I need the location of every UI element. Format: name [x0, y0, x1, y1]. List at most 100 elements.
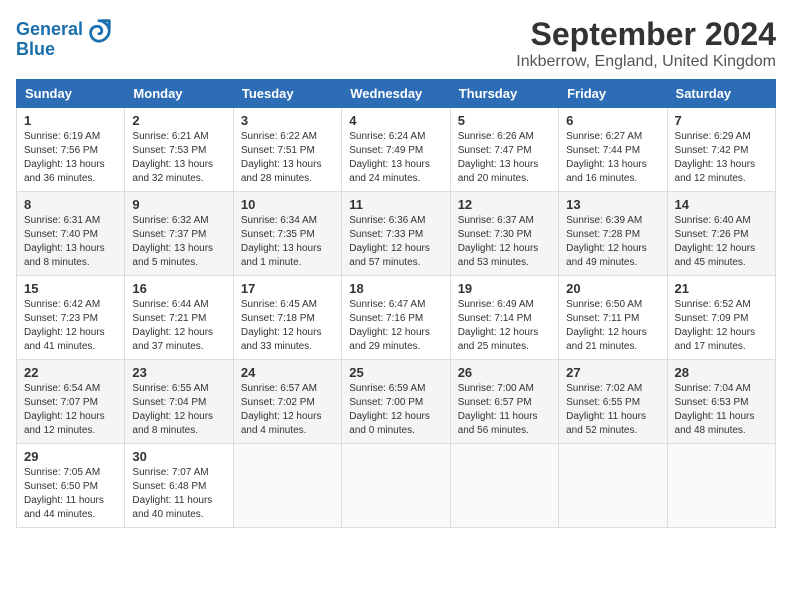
calendar-day-header: Wednesday: [342, 80, 450, 108]
day-info: Sunrise: 6:49 AM Sunset: 7:14 PM Dayligh…: [458, 298, 551, 354]
day-number: 11: [349, 197, 442, 212]
day-info: Sunrise: 7:04 AM Sunset: 6:53 PM Dayligh…: [675, 382, 768, 438]
calendar-day-header: Friday: [559, 80, 667, 108]
day-number: 27: [566, 365, 659, 380]
day-number: 14: [675, 197, 768, 212]
calendar-day-cell: 8 Sunrise: 6:31 AM Sunset: 7:40 PM Daylig…: [17, 192, 125, 276]
calendar-day-cell: 5 Sunrise: 6:26 AM Sunset: 7:47 PM Daylig…: [450, 108, 558, 192]
calendar-day-cell: 30 Sunrise: 7:07 AM Sunset: 6:48 PM Dayli…: [125, 444, 233, 528]
calendar-day-cell: 14 Sunrise: 6:40 AM Sunset: 7:26 PM Dayli…: [667, 192, 775, 276]
day-number: 21: [675, 281, 768, 296]
day-number: 26: [458, 365, 551, 380]
calendar-day-header: Thursday: [450, 80, 558, 108]
day-info: Sunrise: 6:55 AM Sunset: 7:04 PM Dayligh…: [132, 382, 225, 438]
day-info: Sunrise: 6:29 AM Sunset: 7:42 PM Dayligh…: [675, 130, 768, 186]
day-info: Sunrise: 6:37 AM Sunset: 7:30 PM Dayligh…: [458, 214, 551, 270]
day-info: Sunrise: 6:36 AM Sunset: 7:33 PM Dayligh…: [349, 214, 442, 270]
calendar-day-cell: 21 Sunrise: 6:52 AM Sunset: 7:09 PM Dayli…: [667, 276, 775, 360]
day-number: 4: [349, 113, 442, 128]
calendar-day-header: Monday: [125, 80, 233, 108]
calendar-day-cell: 2 Sunrise: 6:21 AM Sunset: 7:53 PM Daylig…: [125, 108, 233, 192]
calendar-day-cell: 19 Sunrise: 6:49 AM Sunset: 7:14 PM Dayli…: [450, 276, 558, 360]
day-number: 16: [132, 281, 225, 296]
calendar-day-cell: 28 Sunrise: 7:04 AM Sunset: 6:53 PM Dayli…: [667, 360, 775, 444]
day-number: 23: [132, 365, 225, 380]
day-info: Sunrise: 6:32 AM Sunset: 7:37 PM Dayligh…: [132, 214, 225, 270]
day-number: 13: [566, 197, 659, 212]
day-info: Sunrise: 6:21 AM Sunset: 7:53 PM Dayligh…: [132, 130, 225, 186]
day-number: 3: [241, 113, 334, 128]
day-number: 22: [24, 365, 117, 380]
day-info: Sunrise: 6:39 AM Sunset: 7:28 PM Dayligh…: [566, 214, 659, 270]
day-info: Sunrise: 6:52 AM Sunset: 7:09 PM Dayligh…: [675, 298, 768, 354]
calendar-day-cell: 24 Sunrise: 6:57 AM Sunset: 7:02 PM Dayli…: [233, 360, 341, 444]
day-info: Sunrise: 6:44 AM Sunset: 7:21 PM Dayligh…: [132, 298, 225, 354]
calendar-day-cell: 9 Sunrise: 6:32 AM Sunset: 7:37 PM Daylig…: [125, 192, 233, 276]
calendar-day-cell: 18Sunrise: 6:47 AM Sunset: 7:16 PM Dayli…: [342, 276, 450, 360]
calendar-day-cell: 15 Sunrise: 6:42 AM Sunset: 7:23 PM Dayli…: [17, 276, 125, 360]
calendar-day-cell: [450, 444, 558, 528]
day-info: Sunrise: 6:57 AM Sunset: 7:02 PM Dayligh…: [241, 382, 334, 438]
calendar-day-cell: 13 Sunrise: 6:39 AM Sunset: 7:28 PM Dayli…: [559, 192, 667, 276]
calendar-day-cell: [342, 444, 450, 528]
day-info: Sunrise: 7:02 AM Sunset: 6:55 PM Dayligh…: [566, 382, 659, 438]
calendar-day-cell: 20Sunrise: 6:50 AM Sunset: 7:11 PM Dayli…: [559, 276, 667, 360]
day-info: Sunrise: 6:22 AM Sunset: 7:51 PM Dayligh…: [241, 130, 334, 186]
day-info: Sunrise: 6:40 AM Sunset: 7:26 PM Dayligh…: [675, 214, 768, 270]
calendar-day-cell: 22Sunrise: 6:54 AM Sunset: 7:07 PM Dayli…: [17, 360, 125, 444]
day-number: 28: [675, 365, 768, 380]
day-info: Sunrise: 7:07 AM Sunset: 6:48 PM Dayligh…: [132, 466, 225, 522]
day-number: 9: [132, 197, 225, 212]
calendar-day-cell: 29Sunrise: 7:05 AM Sunset: 6:50 PM Dayli…: [17, 444, 125, 528]
day-number: 20: [566, 281, 659, 296]
day-number: 30: [132, 449, 225, 464]
day-info: Sunrise: 6:59 AM Sunset: 7:00 PM Dayligh…: [349, 382, 442, 438]
calendar-week-row: 15 Sunrise: 6:42 AM Sunset: 7:23 PM Dayli…: [17, 276, 776, 360]
page-title: September 2024: [516, 16, 776, 53]
day-info: Sunrise: 6:19 AM Sunset: 7:56 PM Dayligh…: [24, 130, 117, 186]
day-number: 19: [458, 281, 551, 296]
day-info: Sunrise: 6:31 AM Sunset: 7:40 PM Dayligh…: [24, 214, 117, 270]
calendar-week-row: 1 Sunrise: 6:19 AM Sunset: 7:56 PM Daylig…: [17, 108, 776, 192]
calendar-table: SundayMondayTuesdayWednesdayThursdayFrid…: [16, 79, 776, 528]
calendar-day-cell: 1 Sunrise: 6:19 AM Sunset: 7:56 PM Daylig…: [17, 108, 125, 192]
day-info: Sunrise: 6:47 AM Sunset: 7:16 PM Dayligh…: [349, 298, 442, 354]
calendar-day-cell: 11 Sunrise: 6:36 AM Sunset: 7:33 PM Dayli…: [342, 192, 450, 276]
day-info: Sunrise: 6:24 AM Sunset: 7:49 PM Dayligh…: [349, 130, 442, 186]
calendar-week-row: 29Sunrise: 7:05 AM Sunset: 6:50 PM Dayli…: [17, 444, 776, 528]
day-number: 1: [24, 113, 117, 128]
day-number: 7: [675, 113, 768, 128]
day-info: Sunrise: 6:26 AM Sunset: 7:47 PM Dayligh…: [458, 130, 551, 186]
calendar-day-cell: 17Sunrise: 6:45 AM Sunset: 7:18 PM Dayli…: [233, 276, 341, 360]
day-number: 17: [241, 281, 334, 296]
calendar-day-cell: 25Sunrise: 6:59 AM Sunset: 7:00 PM Dayli…: [342, 360, 450, 444]
calendar-day-cell: 16 Sunrise: 6:44 AM Sunset: 7:21 PM Dayli…: [125, 276, 233, 360]
calendar-week-row: 8 Sunrise: 6:31 AM Sunset: 7:40 PM Daylig…: [17, 192, 776, 276]
calendar-day-cell: 10 Sunrise: 6:34 AM Sunset: 7:35 PM Dayli…: [233, 192, 341, 276]
page-header: General Blue September 2024 Inkberrow, E…: [16, 16, 776, 71]
calendar-day-header: Saturday: [667, 80, 775, 108]
day-number: 2: [132, 113, 225, 128]
calendar-day-cell: 3 Sunrise: 6:22 AM Sunset: 7:51 PM Daylig…: [233, 108, 341, 192]
calendar-day-cell: 6Sunrise: 6:27 AM Sunset: 7:44 PM Daylig…: [559, 108, 667, 192]
calendar-day-cell: [559, 444, 667, 528]
day-info: Sunrise: 7:05 AM Sunset: 6:50 PM Dayligh…: [24, 466, 117, 522]
calendar-day-cell: [233, 444, 341, 528]
day-info: Sunrise: 7:00 AM Sunset: 6:57 PM Dayligh…: [458, 382, 551, 438]
day-info: Sunrise: 6:34 AM Sunset: 7:35 PM Dayligh…: [241, 214, 334, 270]
day-number: 12: [458, 197, 551, 212]
calendar-day-header: Sunday: [17, 80, 125, 108]
day-number: 5: [458, 113, 551, 128]
day-number: 10: [241, 197, 334, 212]
day-info: Sunrise: 6:42 AM Sunset: 7:23 PM Dayligh…: [24, 298, 117, 354]
day-number: 24: [241, 365, 334, 380]
logo-icon: [85, 16, 113, 44]
day-info: Sunrise: 6:27 AM Sunset: 7:44 PM Dayligh…: [566, 130, 659, 186]
title-block: September 2024 Inkberrow, England, Unite…: [516, 16, 776, 71]
day-number: 15: [24, 281, 117, 296]
calendar-day-cell: 7 Sunrise: 6:29 AM Sunset: 7:42 PM Daylig…: [667, 108, 775, 192]
calendar-day-header: Tuesday: [233, 80, 341, 108]
calendar-week-row: 22Sunrise: 6:54 AM Sunset: 7:07 PM Dayli…: [17, 360, 776, 444]
day-number: 8: [24, 197, 117, 212]
calendar-day-cell: 12 Sunrise: 6:37 AM Sunset: 7:30 PM Dayli…: [450, 192, 558, 276]
